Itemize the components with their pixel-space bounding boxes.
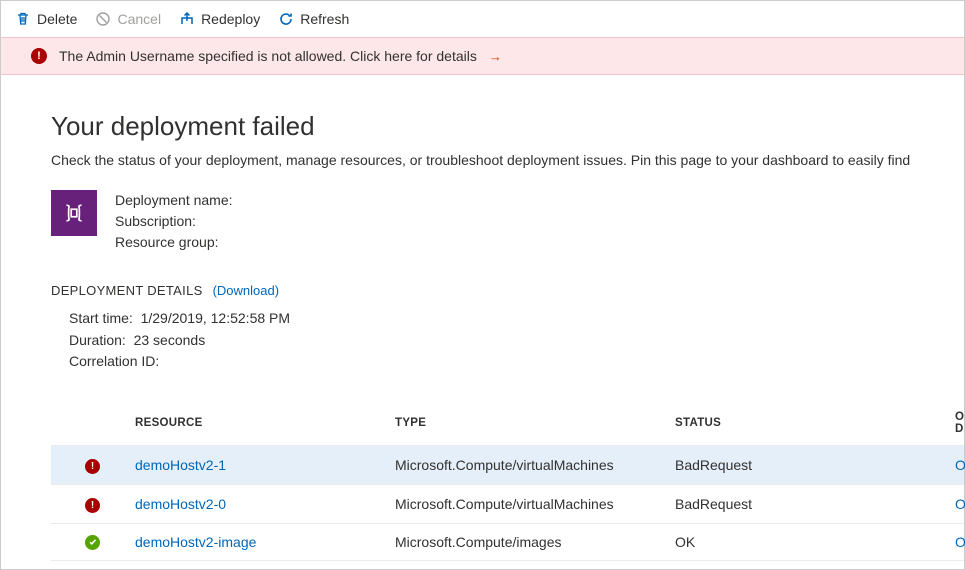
details-block: Start time: 1/29/2019, 12:52:58 PM Durat…	[51, 308, 964, 373]
delete-button[interactable]: Delete	[15, 11, 77, 27]
status-ok-icon	[85, 535, 100, 550]
status-cell: BadRequest	[675, 496, 955, 512]
start-time-label: Start time:	[69, 310, 133, 326]
col-resource: RESOURCE	[135, 417, 395, 429]
error-icon: !	[31, 48, 47, 64]
deployment-name-label: Deployment name:	[115, 190, 233, 211]
duration-value: 23 seconds	[134, 332, 206, 348]
status-cell: OK	[675, 534, 955, 550]
summary-labels: Deployment name: Subscription: Resource …	[115, 190, 233, 253]
page-title: Your deployment failed	[51, 111, 964, 142]
trash-icon	[15, 11, 31, 27]
deployment-summary: Deployment name: Subscription: Resource …	[51, 190, 964, 253]
table-row[interactable]: ! demoHostv2-1 Microsoft.Compute/virtual…	[51, 446, 964, 485]
details-section-header: DEPLOYMENT DETAILS (Download)	[51, 283, 964, 298]
start-time-value: 1/29/2019, 12:52:58 PM	[141, 310, 290, 326]
col-operation: OPERATION D	[955, 411, 965, 435]
resource-link[interactable]: demoHostv2-image	[135, 534, 395, 550]
resource-link[interactable]: demoHostv2-0	[135, 496, 395, 512]
type-cell: Microsoft.Compute/virtualMachines	[395, 457, 675, 473]
status-error-icon: !	[85, 498, 100, 513]
toolbar: Delete Cancel Redeploy Refresh	[1, 1, 964, 37]
refresh-icon	[278, 11, 294, 27]
status-error-icon: !	[85, 459, 100, 474]
operation-link[interactable]: Operation d	[955, 534, 965, 550]
duration-label: Duration:	[69, 332, 126, 348]
redeploy-label: Redeploy	[201, 11, 260, 27]
col-type: TYPE	[395, 417, 675, 429]
type-cell: Microsoft.Compute/virtualMachines	[395, 496, 675, 512]
download-link[interactable]: (Download)	[213, 283, 279, 298]
subscription-label: Subscription:	[115, 211, 233, 232]
arrow-right-icon: →	[489, 49, 502, 64]
deployment-icon	[51, 190, 97, 236]
cancel-icon	[95, 11, 111, 27]
correlation-label: Correlation ID:	[69, 353, 159, 369]
details-header-label: DEPLOYMENT DETAILS	[51, 283, 203, 298]
col-status: STATUS	[675, 417, 955, 429]
table-row[interactable]: demoHostv2-image Microsoft.Compute/image…	[51, 524, 964, 561]
table-header: RESOURCE TYPE STATUS OPERATION D	[51, 403, 964, 446]
redeploy-icon	[179, 11, 195, 27]
table-row[interactable]: ! demoHostv2-0 Microsoft.Compute/virtual…	[51, 485, 964, 524]
operation-link[interactable]: Operation d	[955, 457, 965, 473]
resource-group-label: Resource group:	[115, 232, 233, 253]
cancel-label: Cancel	[117, 11, 161, 27]
redeploy-button[interactable]: Redeploy	[179, 11, 260, 27]
delete-label: Delete	[37, 11, 77, 27]
main-content: Your deployment failed Check the status …	[1, 75, 964, 561]
error-alert[interactable]: ! The Admin Username specified is not al…	[1, 37, 964, 75]
refresh-button[interactable]: Refresh	[278, 11, 349, 27]
alert-message: The Admin Username specified is not allo…	[59, 48, 477, 64]
status-cell: BadRequest	[675, 457, 955, 473]
operation-link[interactable]: Operation d	[955, 496, 965, 512]
resource-link[interactable]: demoHostv2-1	[135, 457, 395, 473]
refresh-label: Refresh	[300, 11, 349, 27]
deployment-table: RESOURCE TYPE STATUS OPERATION D ! demoH…	[51, 403, 964, 561]
page-subtitle: Check the status of your deployment, man…	[51, 152, 964, 168]
type-cell: Microsoft.Compute/images	[395, 534, 675, 550]
cancel-button: Cancel	[95, 11, 161, 27]
